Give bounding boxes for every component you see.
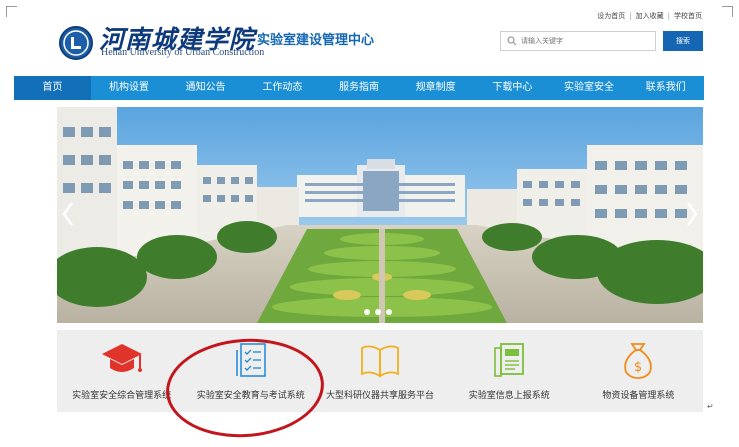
nav-item-news[interactable]: 工作动态 — [244, 76, 321, 100]
school-homepage-link[interactable]: 学校首页 — [674, 12, 702, 20]
university-emblem-icon[interactable] — [59, 26, 93, 60]
university-logo-english: Henan University of Urban Construction — [101, 47, 265, 58]
report-document-icon — [494, 343, 525, 377]
search-icon — [507, 36, 517, 46]
system-label: 实验室安全综合管理系统 — [72, 391, 172, 401]
system-label: 大型科研仪器共享服务平台 — [326, 391, 435, 401]
banner-prev-arrow-icon[interactable] — [61, 200, 75, 228]
banner-pagination — [364, 309, 392, 315]
site-title: 实验室建设管理中心 — [257, 33, 375, 48]
nav-item-lab-safety[interactable]: 实验室安全 — [551, 76, 628, 100]
banner-dot-1[interactable] — [364, 309, 370, 315]
nav-item-regulations[interactable]: 规章制度 — [397, 76, 474, 100]
crop-mark-top-right — [722, 6, 733, 17]
document-page: 河南城建学院 Henan University of Urban Constru… — [0, 0, 739, 447]
main-nav: 首页 机构设置 通知公告 工作动态 服务指南 规章制度 下载中心 实验室安全 联… — [14, 76, 704, 100]
system-item-info-reporting[interactable]: 实验室信息上报系统 — [445, 330, 574, 412]
nav-item-organization[interactable]: 机构设置 — [91, 76, 168, 100]
system-label: 物资设备管理系统 — [602, 391, 675, 401]
graduation-cap-icon — [101, 344, 142, 372]
svg-text:$: $ — [634, 360, 642, 375]
system-item-safety-exam[interactable]: 实验室安全教育与考试系统 — [186, 330, 315, 412]
link-separator: | — [667, 12, 670, 20]
system-item-instrument-sharing[interactable]: 大型科研仪器共享服务平台 — [315, 330, 444, 412]
banner-dot-2[interactable] — [375, 309, 381, 315]
banner-next-arrow-icon[interactable] — [685, 200, 699, 228]
system-links: 实验室安全综合管理系统 实验室安全教育与考试系统 大型科研仪器共享服务平台 实验… — [57, 330, 703, 412]
nav-item-contact[interactable]: 联系我们 — [627, 76, 704, 100]
system-label: 实验室信息上报系统 — [468, 391, 550, 401]
system-label: 实验室安全教育与考试系统 — [196, 391, 305, 401]
system-item-asset-management[interactable]: $ 物资设备管理系统 — [574, 330, 703, 412]
paragraph-mark-icon: ↵ — [707, 402, 714, 411]
nav-item-notices[interactable]: 通知公告 — [167, 76, 244, 100]
search-input[interactable] — [521, 33, 651, 49]
open-book-icon — [361, 345, 399, 378]
link-separator: | — [629, 12, 632, 20]
crop-mark-top-left — [6, 6, 17, 17]
system-item-safety-management[interactable]: 实验室安全综合管理系统 — [57, 330, 186, 412]
nav-item-home[interactable]: 首页 — [14, 76, 91, 100]
nav-item-downloads[interactable]: 下载中心 — [474, 76, 551, 100]
add-favorite-link[interactable]: 加入收藏 — [636, 12, 664, 20]
set-homepage-link[interactable]: 设为首页 — [597, 12, 625, 20]
money-bag-icon: $ — [624, 343, 653, 379]
banner-dot-3[interactable] — [386, 309, 392, 315]
top-links: 设为首页 | 加入收藏 | 学校首页 — [597, 11, 702, 21]
campus-photo — [57, 107, 703, 323]
search-box — [500, 31, 656, 51]
banner-slideshow[interactable] — [57, 107, 703, 323]
search-button[interactable]: 搜索 — [663, 31, 703, 51]
checklist-document-icon — [235, 343, 266, 377]
nav-item-service-guide[interactable]: 服务指南 — [321, 76, 398, 100]
